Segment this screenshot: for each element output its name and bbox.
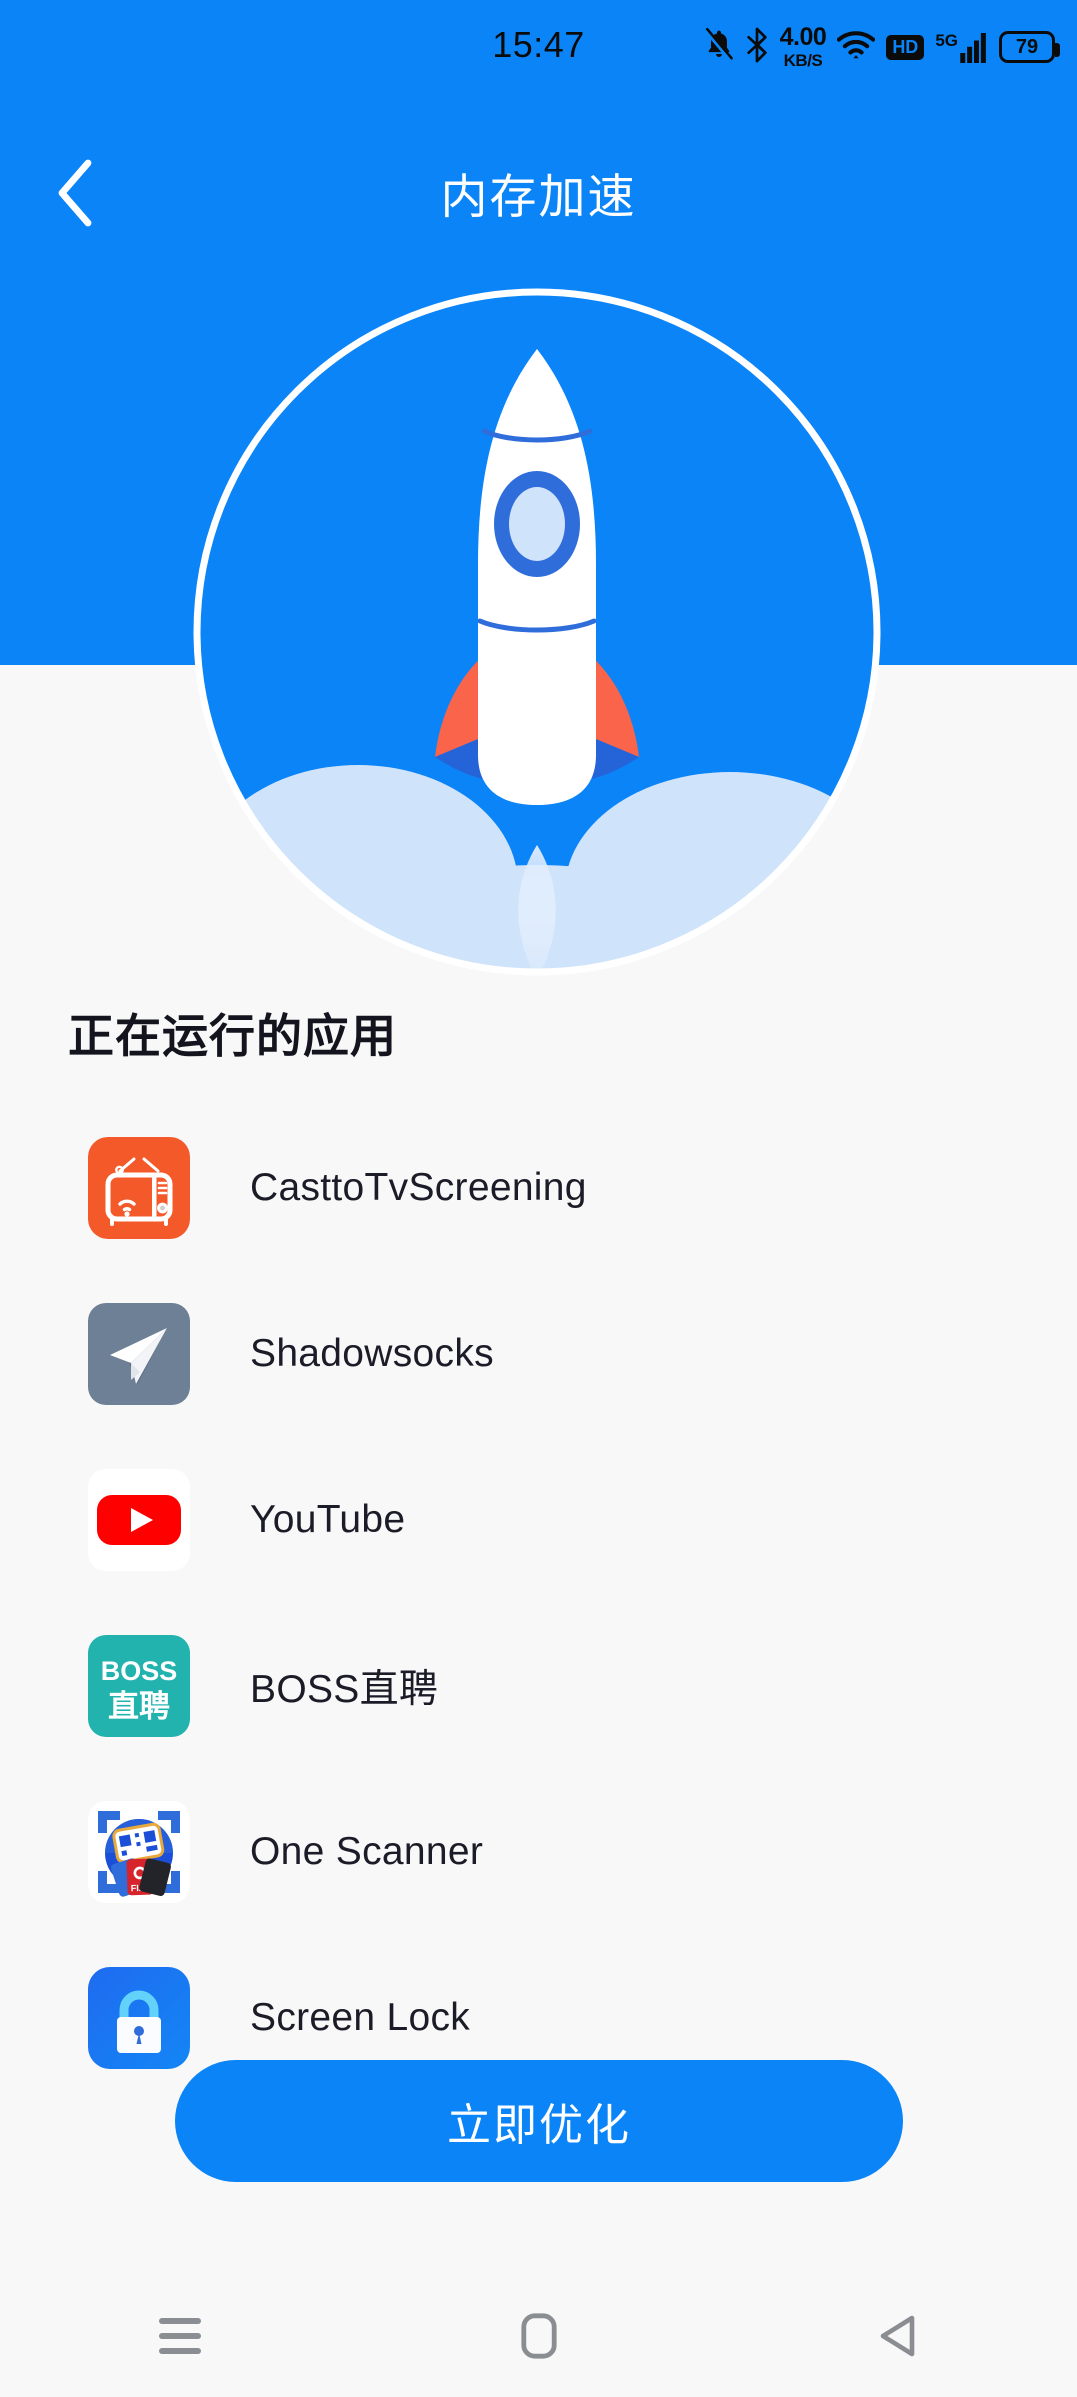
- back-icon: [877, 2314, 919, 2363]
- app-name: Shadowsocks: [250, 1332, 494, 1375]
- app-name: YouTube: [250, 1498, 406, 1541]
- one-scanner-app-icon: FIAT: [88, 1801, 190, 1903]
- app-name: CasttoTvScreening: [250, 1166, 587, 1209]
- network-speed-unit: KB/S: [783, 51, 823, 70]
- network-speed-indicator: 4.00 KB/S: [779, 23, 827, 70]
- boss-icon-line1: BOSS: [101, 1656, 178, 1686]
- running-apps-list: CasttoTvScreening Shadowsocks YouTube BO…: [0, 1135, 1077, 2131]
- status-bar: 15:47 4.00 KB/S HD 5G 79: [0, 0, 1077, 96]
- network-speed-value: 4.00: [779, 23, 827, 51]
- app-name: BOSS直聘: [250, 1668, 439, 1711]
- signal-icon: 5G: [935, 32, 988, 63]
- list-item[interactable]: YouTube: [0, 1467, 1077, 1573]
- network-type-label: 5G: [935, 30, 958, 50]
- status-bar-icons: 4.00 KB/S HD 5G 79: [703, 23, 1060, 70]
- battery-percent: 79: [1015, 36, 1039, 58]
- list-item[interactable]: Shadowsocks: [0, 1301, 1077, 1407]
- recents-button[interactable]: [0, 2280, 359, 2397]
- rocket-launch-illustration: [190, 285, 884, 979]
- list-item[interactable]: Screen Lock: [0, 1965, 1077, 2071]
- page-title: 内存加速: [440, 170, 637, 223]
- mute-icon: [703, 27, 734, 68]
- wifi-icon: [837, 29, 876, 66]
- app-name: Screen Lock: [250, 1996, 471, 2039]
- youtube-app-icon: [88, 1469, 190, 1571]
- recents-icon: [157, 2316, 203, 2361]
- app-name: One Scanner: [250, 1830, 484, 1873]
- list-item[interactable]: BOSS 直聘 BOSS直聘: [0, 1633, 1077, 1739]
- boss-icon-line2: 直聘: [108, 1689, 170, 1724]
- home-icon: [520, 2313, 557, 2364]
- optimize-now-button[interactable]: 立即优化: [175, 2060, 903, 2182]
- list-item[interactable]: CasttoTvScreening: [0, 1135, 1077, 1241]
- phone-screen: 15:47 4.00 KB/S HD 5G 79 内存加速 正在运行的应用 Ca…: [0, 0, 1077, 2397]
- hd-icon: HD: [886, 34, 925, 60]
- app-bar: 内存加速: [0, 140, 1077, 250]
- system-navigation-bar: [0, 2280, 1077, 2397]
- list-item[interactable]: FIAT One Scanner: [0, 1799, 1077, 1905]
- back-nav-button[interactable]: [718, 2280, 1077, 2397]
- casttotvscreening-app-icon: [88, 1137, 190, 1239]
- section-title-running-apps: 正在运行的应用: [68, 1010, 397, 1062]
- home-button[interactable]: [359, 2280, 718, 2397]
- shadowsocks-app-icon: [88, 1303, 190, 1405]
- boss-zhipin-app-icon: BOSS 直聘: [88, 1635, 190, 1737]
- screen-lock-app-icon: [88, 1967, 190, 2069]
- battery-icon: 79: [999, 31, 1060, 63]
- bluetooth-icon: [745, 27, 769, 68]
